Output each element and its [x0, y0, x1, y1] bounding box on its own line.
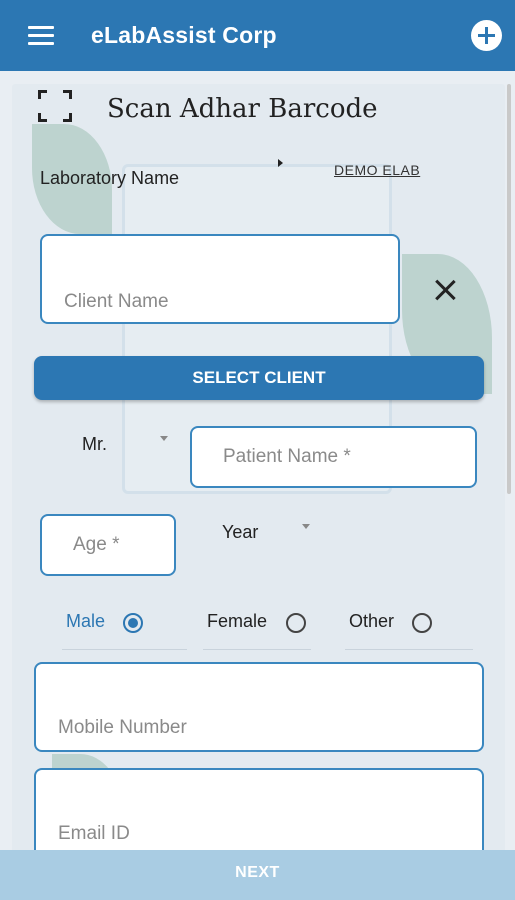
age-unit-dropdown[interactable]: Year: [222, 522, 258, 543]
close-icon[interactable]: [434, 279, 456, 301]
scan-adhar-barcode-button[interactable]: Scan Adhar Barcode: [107, 94, 378, 124]
select-client-button[interactable]: SELECT CLIENT: [34, 356, 484, 400]
patient-name-placeholder: Patient Name *: [223, 446, 351, 467]
gender-option-female[interactable]: Female: [203, 611, 311, 651]
chevron-down-icon[interactable]: [302, 524, 310, 529]
mobile-number-placeholder: Mobile Number: [58, 717, 187, 738]
gender-option-male[interactable]: Male: [62, 611, 187, 651]
gender-label: Other: [349, 611, 395, 631]
radio-selected-icon[interactable]: [123, 613, 143, 633]
caret-right-icon: [278, 159, 283, 167]
patient-name-field[interactable]: Patient Name *: [190, 426, 477, 488]
hamburger-menu-icon[interactable]: [28, 26, 54, 46]
radio-unselected-icon[interactable]: [412, 613, 432, 633]
email-id-placeholder: Email ID: [58, 823, 130, 844]
scan-frame-icon[interactable]: [38, 90, 72, 122]
age-field[interactable]: Age *: [40, 514, 176, 576]
divider: [345, 649, 473, 650]
registration-form: Scan Adhar Barcode Laboratory Name DEMO …: [12, 84, 505, 864]
mobile-number-field[interactable]: Mobile Number: [34, 662, 484, 752]
chevron-down-icon[interactable]: [160, 436, 168, 441]
app-bar: eLabAssist Corp: [0, 0, 515, 71]
divider: [203, 649, 311, 650]
laboratory-name-label: Laboratory Name: [40, 168, 180, 188]
title-dropdown[interactable]: Mr.: [82, 434, 107, 455]
gender-option-other[interactable]: Other: [345, 611, 473, 651]
gender-label: Female: [207, 611, 268, 631]
add-circle-icon[interactable]: [471, 20, 502, 51]
client-name-field[interactable]: Client Name: [40, 234, 400, 324]
divider: [62, 649, 187, 650]
age-placeholder: Age *: [73, 534, 120, 555]
scrollbar[interactable]: [507, 84, 511, 494]
gender-label: Male: [66, 611, 106, 631]
app-title: eLabAssist Corp: [91, 22, 277, 48]
laboratory-name-value[interactable]: DEMO ELAB: [334, 162, 420, 178]
client-name-placeholder: Client Name: [64, 291, 169, 312]
radio-unselected-icon[interactable]: [286, 613, 306, 633]
next-button[interactable]: NEXT: [0, 850, 515, 900]
